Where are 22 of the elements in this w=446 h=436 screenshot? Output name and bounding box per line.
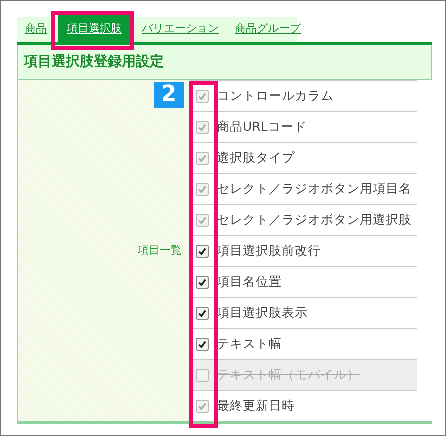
step-badge: 2	[154, 82, 184, 108]
checkbox-label: セレクト／ラジオボタン用選択肢	[217, 212, 412, 228]
checkbox-label: 最終更新日時	[217, 398, 295, 414]
tab[interactable]: 商品	[17, 21, 55, 42]
checkbox-label: 項目選択肢前改行	[217, 242, 321, 260]
checkbox[interactable]	[196, 244, 209, 258]
checkbox-label: セレクト／ラジオボタン用項目名	[217, 180, 412, 198]
tab[interactable]: バリエーション	[134, 21, 227, 42]
checkbox[interactable]	[196, 276, 209, 288]
checkbox-label: 選択肢タイプ	[217, 150, 295, 166]
field-label: 項目一覧	[138, 243, 182, 258]
checkbox[interactable]	[196, 306, 209, 320]
checkbox-label: 商品URLコード	[217, 118, 307, 136]
checkbox-label: 項目名位置	[217, 274, 282, 290]
checkbox-label: コントロールカラム	[217, 88, 334, 104]
section-title: 項目選択肢登録用設定	[17, 45, 432, 80]
checkbox[interactable]	[196, 338, 209, 350]
tab[interactable]: 商品グループ	[227, 21, 309, 42]
checkbox-label: テキスト幅	[217, 336, 282, 352]
checkbox-label: 項目選択肢表示	[217, 304, 308, 322]
tab[interactable]: 項目選択肢	[58, 15, 131, 42]
checkbox-label: テキスト幅（モバイル）	[217, 366, 360, 384]
